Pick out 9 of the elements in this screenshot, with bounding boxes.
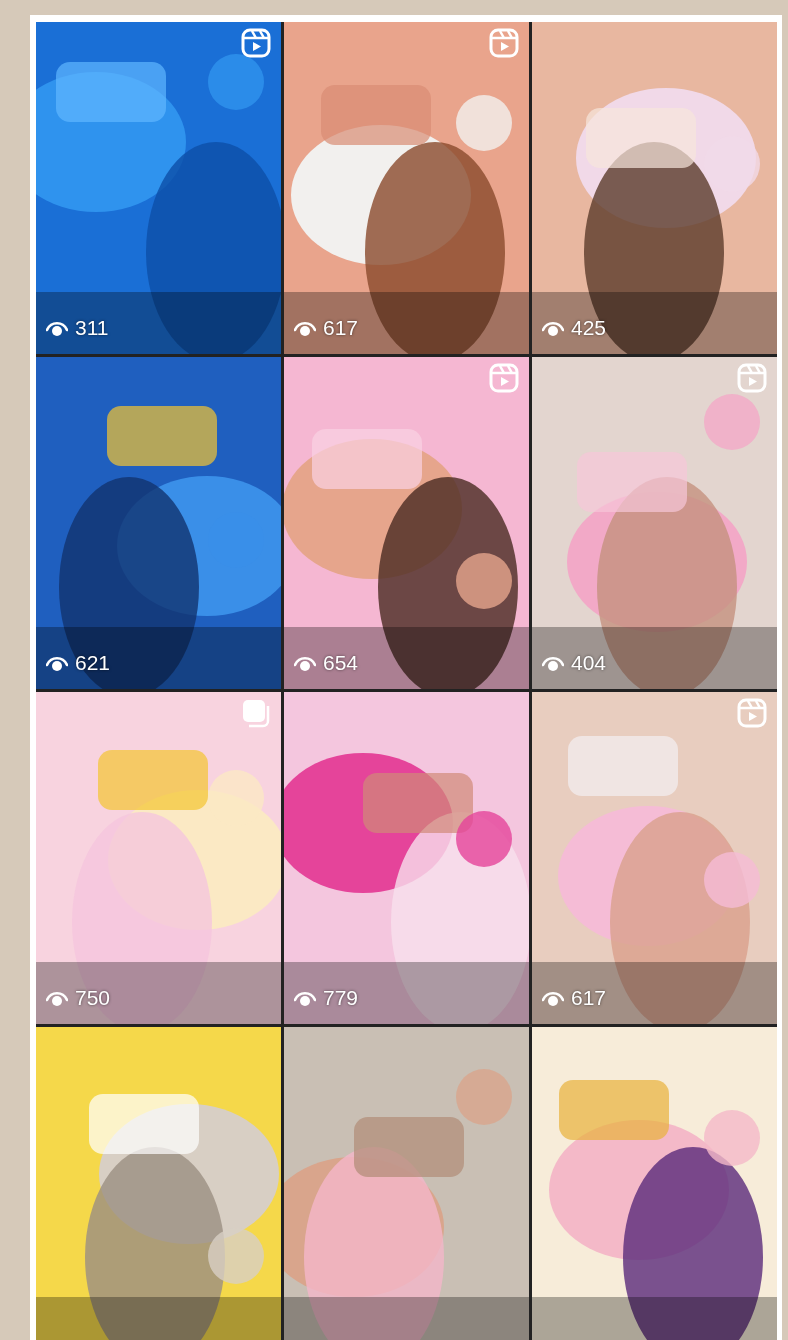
view-count: 404 [571,652,607,673]
view-count: 311 [75,317,109,338]
view-count: 779 [323,987,359,1008]
view-count: 750 [75,987,111,1008]
view-count: 425 [571,317,607,338]
view-count: 617 [323,317,359,338]
view-count: 621 [75,652,111,673]
view-count: 654 [323,652,359,673]
view-count: 617 [571,987,607,1008]
